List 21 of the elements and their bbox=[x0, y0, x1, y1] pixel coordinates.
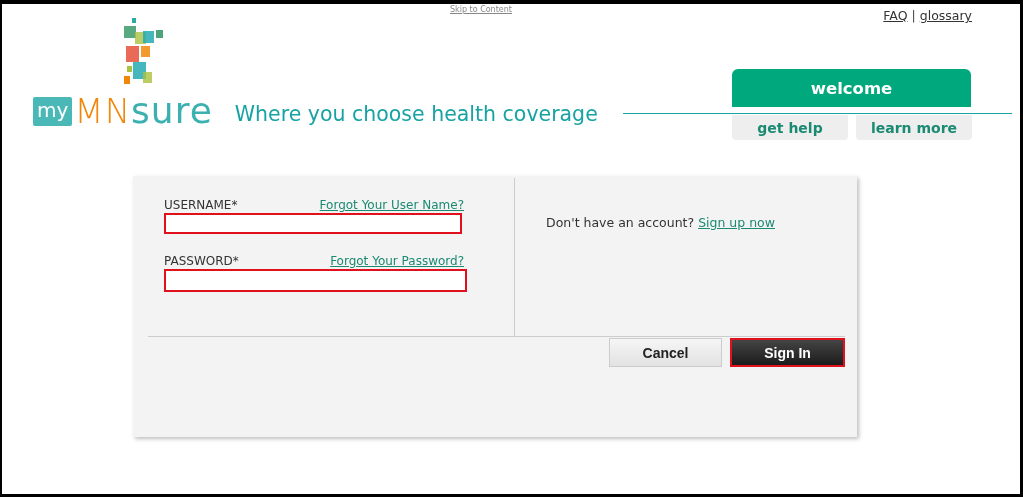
logo-mn: MN bbox=[74, 94, 132, 128]
field-label: USERNAME* bbox=[164, 198, 238, 212]
signup-text: Don't have an account? Sign up now bbox=[546, 215, 775, 230]
cancel-button[interactable]: Cancel bbox=[609, 338, 722, 367]
help-button[interactable]: get help bbox=[732, 115, 848, 140]
glossary-link[interactable]: glossary bbox=[919, 8, 972, 23]
signup-link[interactable]: Sign up now bbox=[698, 215, 775, 230]
link-separator: | bbox=[911, 8, 916, 23]
forgot-link[interactable]: Forgot Your User Name? bbox=[319, 198, 464, 212]
faq-link[interactable]: FAQ bbox=[883, 8, 908, 23]
logo-sure: sure bbox=[131, 94, 213, 128]
logo-my: my bbox=[33, 97, 73, 126]
field-label: PASSWORD* bbox=[164, 254, 239, 268]
help-button[interactable]: learn more bbox=[856, 115, 972, 140]
skip-link[interactable]: Skip to Content bbox=[450, 5, 512, 14]
input-field[interactable] bbox=[164, 213, 462, 234]
logo-mark-icon bbox=[123, 18, 165, 86]
sign-in-button[interactable]: Sign In bbox=[730, 338, 845, 367]
forgot-link[interactable]: Forgot Your Password? bbox=[330, 254, 464, 268]
tagline: Where you choose health coverage bbox=[234, 102, 598, 126]
input-field[interactable] bbox=[164, 269, 467, 292]
